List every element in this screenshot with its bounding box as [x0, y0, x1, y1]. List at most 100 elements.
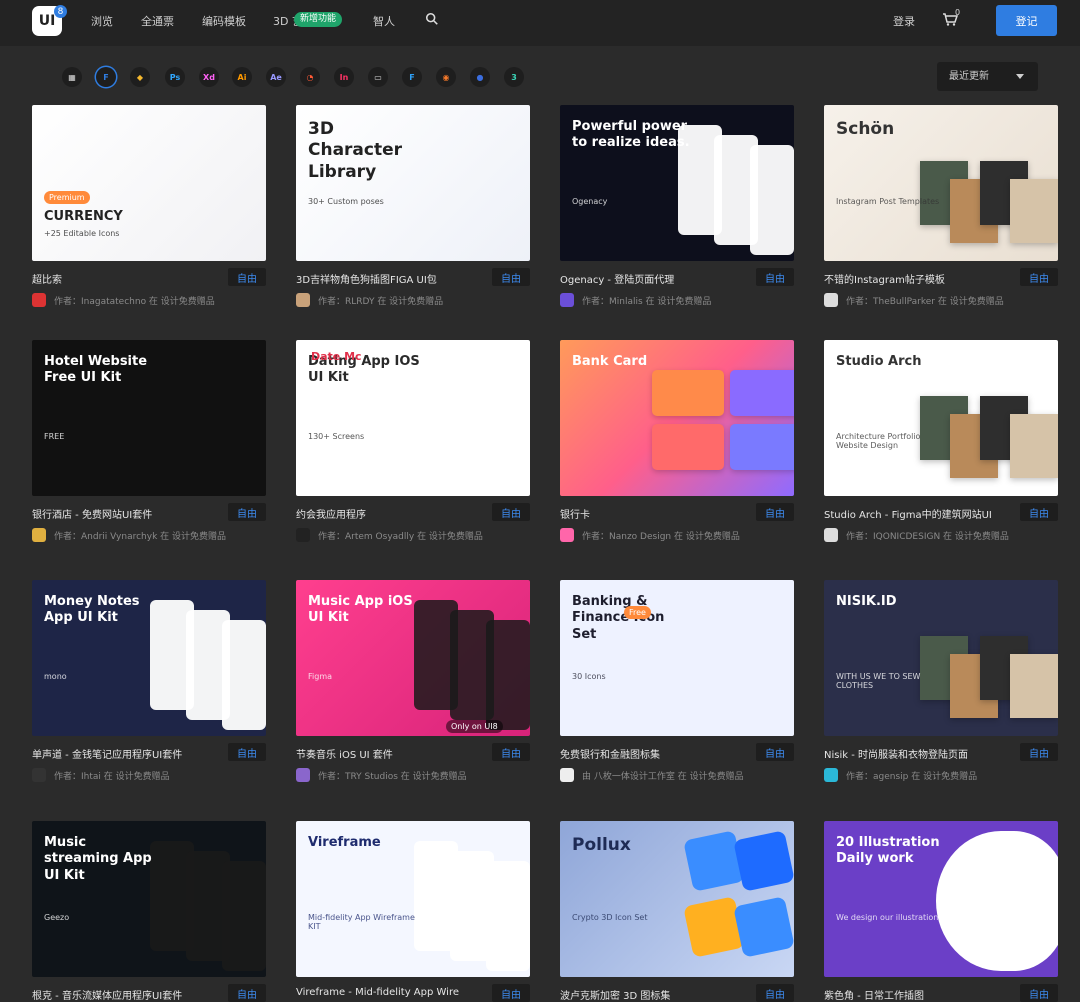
thumbnail-subtitle: 30 Icons	[572, 672, 606, 681]
card-thumbnail[interactable]: Money Notes App UI Kit mono	[32, 580, 266, 736]
thumbnail-subtitle: 130+ Screens	[308, 432, 365, 441]
card-title[interactable]: 不错的Instagram帖子模板	[824, 271, 1014, 286]
photoshop-icon[interactable]: Ps	[165, 67, 185, 87]
author-avatar[interactable]	[824, 293, 838, 307]
card-title[interactable]: 银行酒店 - 免费网站UI套件	[32, 506, 222, 521]
thumbnail-subtitle: Mid-fidelity App Wireframe KIT	[308, 913, 415, 931]
card-title[interactable]: Studio Arch - Figma中的建筑网站UI	[824, 506, 1014, 521]
thumbnail-title: 3D Character Library	[308, 119, 403, 182]
author-avatar[interactable]	[560, 293, 574, 307]
illustrator-icon[interactable]: Ai	[232, 67, 252, 87]
sketch-icon[interactable]: ◆	[130, 67, 150, 87]
preview-tile	[1010, 654, 1058, 718]
card-thumbnail[interactable]: Bank Card	[560, 340, 794, 496]
indesign-icon[interactable]: In	[334, 67, 354, 87]
author-avatar[interactable]	[32, 528, 46, 542]
search-icon[interactable]	[425, 12, 439, 26]
keynote-icon[interactable]: ◔	[300, 67, 320, 87]
card-title[interactable]: 单声道 - 金钱笔记应用程序UI套件	[32, 746, 222, 761]
card-thumbnail[interactable]: CURRENCY +25 Editable Icons Premium	[32, 105, 266, 261]
author-text: 作者：Ihtai 在 设计免费赠品	[54, 772, 170, 782]
card-title[interactable]: 3D吉祥物角色狗插图FIGA UI包	[296, 271, 486, 286]
card-title[interactable]: 超比索	[32, 271, 222, 286]
card-thumbnail[interactable]: Studio Arch Architecture Portfolio Websit…	[824, 340, 1058, 496]
thumbnail-title: Vireframe	[308, 835, 381, 850]
sort-select[interactable]: 最近更新	[937, 62, 1038, 91]
card-title[interactable]: 波卢克斯加密 3D 图标集	[560, 987, 750, 1002]
card-thumbnail[interactable]: Schön Instagram Post Templates	[824, 105, 1058, 261]
cinema4d-icon[interactable]: ●	[470, 67, 490, 87]
thumbnail-subtitle: 30+ Custom poses	[308, 197, 384, 206]
card-title[interactable]: 免费银行和金融图标集	[560, 746, 750, 761]
card-title[interactable]: Vireframe - Mid-fidelity App Wire	[296, 987, 486, 998]
card-thumbnail[interactable]: Hotel Website Free UI Kit FREE	[32, 340, 266, 496]
nav-browse[interactable]: 浏览	[91, 13, 113, 29]
thumbnail-subtitle: Architecture Portfolio Website Design	[836, 432, 921, 450]
thumbnail-title: Pollux	[572, 835, 631, 855]
card-thumbnail[interactable]: 3D Character Library 30+ Custom poses	[296, 105, 530, 261]
mockup-phone	[750, 145, 794, 255]
bank-card-mockup	[730, 424, 794, 470]
card-thumbnail[interactable]: Banking & Finance Icon Set 30 Icons Free	[560, 580, 794, 736]
card-title[interactable]: 根克 - 音乐流媒体应用程序UI套件	[32, 987, 222, 1002]
thumbnail-subtitle: Crypto 3D Icon Set	[572, 913, 648, 922]
card-thumbnail[interactable]: Vireframe Mid-fidelity App Wireframe KIT	[296, 821, 530, 977]
author-text: 作者：TheBullParker 在 设计免费赠品	[846, 297, 1004, 307]
nav-code-templates[interactable]: 编码模板	[202, 13, 246, 29]
card-title[interactable]: 紫色角 - 日常工作插图	[824, 987, 1014, 1002]
bank-card-mockup	[652, 424, 724, 470]
card-title[interactable]: 节奏音乐 iOS UI 套件	[296, 746, 486, 761]
blender-icon[interactable]: ◉	[436, 67, 456, 87]
card-thumbnail[interactable]: Pollux Crypto 3D Icon Set	[560, 821, 794, 977]
author-avatar[interactable]	[296, 293, 310, 307]
all-icon[interactable]: ▦	[62, 67, 82, 87]
author-avatar[interactable]	[824, 528, 838, 542]
three-icon[interactable]: 3	[504, 67, 524, 87]
screen-icon[interactable]: ▭	[368, 67, 388, 87]
author-text: 作者：Andrii Vynarchyk 在 设计免费赠品	[54, 532, 227, 542]
thumbnail-badge: Premium	[44, 191, 90, 204]
thumbnail-title: Studio Arch	[836, 354, 922, 369]
register-button[interactable]: 登记	[996, 5, 1057, 36]
free-badge: 自由	[492, 984, 530, 1002]
free-badge: 自由	[756, 984, 794, 1002]
card-thumbnail[interactable]: Dating App IOS UI Kit 130+ Screens Date Mc	[296, 340, 530, 496]
after-effects-icon[interactable]: Ae	[266, 67, 286, 87]
xd-icon[interactable]: Xd	[199, 67, 219, 87]
login-link[interactable]: 登录	[893, 13, 915, 29]
thumbnail-title: 20 Illustration Daily work	[836, 835, 940, 867]
thumbnail-title: CURRENCY	[44, 209, 123, 224]
thumbnail-subtitle: WITH US WE TO SEW CLOTHES	[836, 672, 921, 690]
nav-all-access[interactable]: 全通票	[141, 13, 174, 29]
framer-icon[interactable]: F	[402, 67, 422, 87]
card-title[interactable]: 银行卡	[560, 506, 750, 521]
author-avatar[interactable]	[560, 768, 574, 782]
card-title[interactable]: Ogenacy - 登陆页面代理	[560, 271, 750, 286]
crypto-tile-icon	[683, 896, 745, 958]
author-avatar[interactable]	[32, 293, 46, 307]
card-thumbnail[interactable]: Music streaming App UI Kit Geezo	[32, 821, 266, 977]
card-thumbnail[interactable]: Powerful power to realize ideas. Ogenacy	[560, 105, 794, 261]
nav-people[interactable]: 智人	[373, 13, 395, 29]
thumbnail-badge: Date Mc	[311, 350, 362, 363]
author-avatar[interactable]	[296, 528, 310, 542]
thumbnail-title: Bank Card	[572, 354, 648, 369]
author-avatar[interactable]	[32, 768, 46, 782]
free-badge: 自由	[1020, 984, 1058, 1002]
bank-card-mockup	[730, 370, 794, 416]
author-avatar[interactable]	[824, 768, 838, 782]
author-avatar[interactable]	[296, 768, 310, 782]
card-thumbnail[interactable]: 20 Illustration Daily work We design our …	[824, 821, 1058, 977]
card-thumbnail[interactable]: NISIK.ID WITH US WE TO SEW CLOTHES	[824, 580, 1058, 736]
thumbnail-subtitle: We design our illustrations	[836, 913, 943, 922]
card-thumbnail[interactable]: Music App iOS UI Kit Figma Only on UI8	[296, 580, 530, 736]
free-badge: 自由	[492, 503, 530, 521]
card-title[interactable]: 约会我应用程序	[296, 506, 486, 521]
mockup-phone	[222, 620, 266, 730]
free-badge: 自由	[228, 984, 266, 1002]
author-text: 作者：Minlalis 在 设计免费赠品	[582, 297, 712, 307]
author-avatar[interactable]	[560, 528, 574, 542]
card-title[interactable]: Nisik - 时尚服装和衣物登陆页面	[824, 746, 1014, 761]
figma-icon[interactable]: F	[96, 67, 116, 87]
free-badge: 自由	[1020, 268, 1058, 286]
